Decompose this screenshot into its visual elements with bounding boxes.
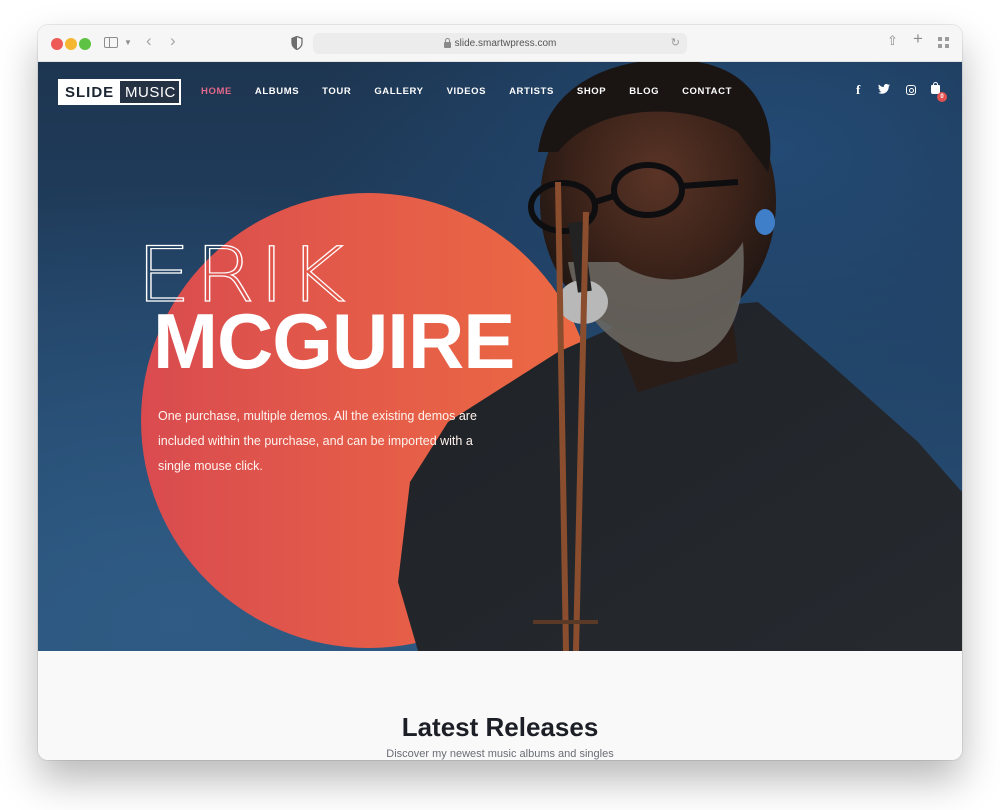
hero-section: SLIDE MUSIC HOME ALBUMS TOUR GALLERY VID… [38,62,962,651]
logo-text-slide: SLIDE [60,81,120,103]
hero-last-name: MCGUIRE [153,297,515,385]
instagram-icon[interactable] [906,85,916,95]
nav-artists[interactable]: ARTISTS [509,86,554,97]
section-title: Latest Releases [401,712,599,742]
nav-home[interactable]: HOME [201,86,232,97]
browser-toolbar: ▼ ‹ › slide.smartwpress.com ↻ ⇧ + [38,25,962,62]
logo-text-music: MUSIC [120,81,179,103]
new-tab-icon[interactable]: + [913,30,923,47]
lock-icon [443,37,451,48]
reload-icon[interactable]: ↻ [671,36,680,49]
section-subtitle: Discover my newest music albums and sing… [386,748,614,760]
zoom-window-button[interactable] [79,38,91,50]
cart-count-badge: 0 [937,92,947,102]
address-bar[interactable]: slide.smartwpress.com ↻ [313,33,687,54]
ear-monitor-shape [755,209,775,235]
nav-videos[interactable]: VIDEOS [447,86,487,97]
hero-description: One purchase, multiple demos. All the ex… [158,409,477,473]
latest-releases-section: Latest Releases Discover my newest music… [38,651,962,760]
main-nav: HOME ALBUMS TOUR GALLERY VIDEOS ARTISTS … [201,86,755,97]
nav-blog[interactable]: BLOG [629,86,659,97]
site-logo[interactable]: SLIDE MUSIC [58,79,181,105]
close-window-button[interactable] [51,38,63,50]
nav-shop[interactable]: SHOP [577,86,606,97]
tab-overview-icon[interactable] [938,37,949,48]
minimize-window-button[interactable] [65,38,77,50]
url-text: slide.smartwpress.com [454,38,557,49]
sidebar-toggle-icon[interactable] [104,37,118,48]
forward-icon[interactable]: › [170,32,176,49]
privacy-shield-icon[interactable] [291,36,303,50]
share-icon[interactable]: ⇧ [887,34,898,48]
twitter-icon[interactable] [878,84,890,94]
browser-window: ▼ ‹ › slide.smartwpress.com ↻ ⇧ + SLIDE … [38,25,962,760]
nav-contact[interactable]: CONTACT [682,86,732,97]
chevron-down-icon[interactable]: ▼ [124,36,132,50]
back-icon[interactable]: ‹ [146,32,152,49]
nav-gallery[interactable]: GALLERY [374,86,423,97]
nav-tour[interactable]: TOUR [322,86,351,97]
facebook-icon[interactable]: f [856,82,860,98]
nav-albums[interactable]: ALBUMS [255,86,299,97]
